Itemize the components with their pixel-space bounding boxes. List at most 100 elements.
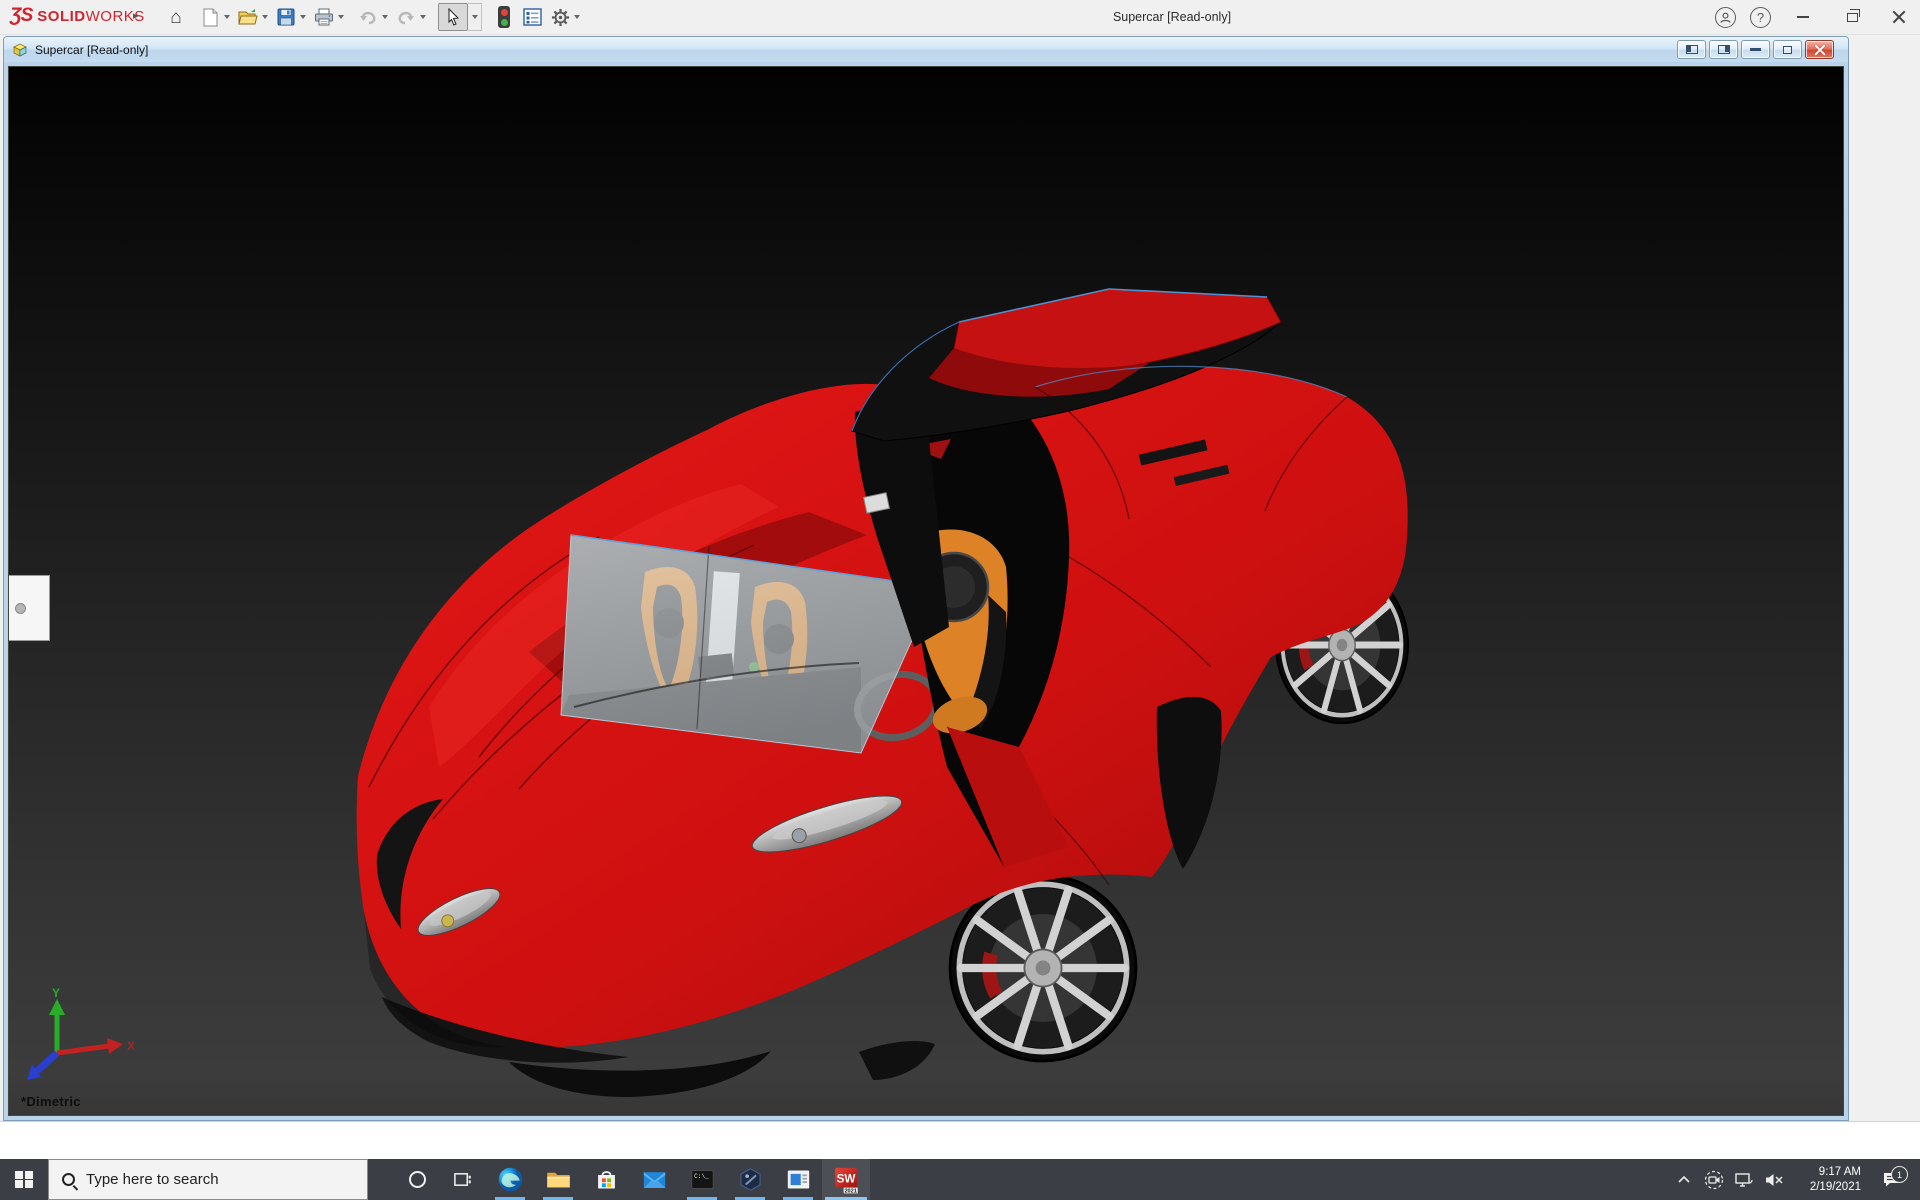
taskbar-app-mail[interactable]: [630, 1159, 678, 1200]
rebuild-traffic-light-icon: [498, 6, 510, 28]
doc-restore-button[interactable]: [1773, 40, 1802, 59]
solidworks-logo: ƷS SOLID WORKS: [10, 5, 145, 26]
undo-icon: [360, 11, 376, 25]
action-center-button[interactable]: 1: [1869, 1166, 1913, 1189]
pane-left-icon: [1685, 45, 1698, 54]
clock[interactable]: 9:17 AM 2/19/2021: [1795, 1165, 1861, 1195]
panel-tab-handle-icon: [15, 602, 26, 614]
reader-app-icon: [787, 1170, 809, 1189]
edge-icon: [498, 1167, 522, 1192]
rebuild-button[interactable]: [491, 4, 517, 30]
graphics-viewport[interactable]: Y X *Dimetric: [8, 66, 1844, 1116]
home-button[interactable]: ⌂: [163, 4, 189, 30]
new-document-button[interactable]: [197, 4, 223, 30]
new-document-caret[interactable]: [224, 15, 230, 19]
redo-button[interactable]: [393, 4, 419, 30]
close-icon: [1892, 10, 1906, 24]
save-button[interactable]: [273, 4, 299, 30]
task-view-icon: [453, 1173, 471, 1186]
assembly-document-icon: [12, 42, 29, 58]
print-icon: [315, 8, 333, 26]
open-button[interactable]: [235, 4, 261, 30]
clock-time: 9:17 AM: [1818, 1165, 1861, 1178]
search-icon: [62, 1173, 75, 1186]
taskbar-app-hexagon-app[interactable]: [726, 1159, 774, 1200]
redo-caret[interactable]: [420, 15, 426, 19]
open-caret[interactable]: [262, 15, 268, 19]
settings-button[interactable]: [547, 4, 573, 30]
doc-restore-icon: [1783, 45, 1792, 54]
close-button[interactable]: [1884, 6, 1914, 28]
taskbar-app-edge[interactable]: [486, 1159, 534, 1200]
system-tray: 9:17 AM 2/19/2021 1: [1669, 1159, 1920, 1200]
taskbar-app-command-prompt[interactable]: C:\_: [678, 1159, 726, 1200]
doc-close-button[interactable]: [1805, 40, 1834, 59]
file-explorer-icon: [546, 1172, 570, 1188]
restore-button[interactable]: [1835, 7, 1870, 28]
doc-pane-right-button[interactable]: [1709, 40, 1738, 59]
cortana-button[interactable]: [394, 1159, 440, 1200]
meet-now-button[interactable]: [1699, 1170, 1729, 1190]
taskbar-app-file-explorer[interactable]: [534, 1159, 582, 1200]
minimize-icon: [1797, 16, 1809, 18]
task-view-button[interactable]: [440, 1159, 484, 1200]
svg-text:2021: 2021: [844, 1188, 856, 1193]
account-button[interactable]: [1715, 6, 1736, 28]
volume-muted-icon: [1766, 1173, 1783, 1186]
command-prompt-icon: C:\_: [690, 1170, 714, 1189]
reference-triad: Y X: [27, 987, 135, 1080]
solidworks-2021-icon: SW 2021: [834, 1167, 858, 1194]
main-title-bar: ƷS SOLID WORKS ▸ ⌂ Supercar [Read-only] …: [0, 0, 1920, 35]
status-bar: [0, 1121, 1920, 1160]
help-button[interactable]: ?: [1750, 6, 1771, 28]
doc-minimize-icon: [1750, 48, 1761, 51]
save-caret[interactable]: [300, 15, 306, 19]
triad-x-label: X: [127, 1039, 135, 1053]
taskbar-apps: C:\_ SW 2021: [486, 1159, 870, 1200]
taskbar-app-store[interactable]: [582, 1159, 630, 1200]
windows-logo-icon: [15, 1170, 33, 1189]
feature-panel-tab[interactable]: [9, 575, 50, 641]
user-icon: [1720, 12, 1731, 23]
doc-minimize-button[interactable]: [1741, 40, 1770, 59]
open-icon: [237, 9, 258, 25]
mail-icon: [643, 1172, 665, 1188]
document-frame: Y X *Dimetric: [4, 62, 1848, 1120]
tray-chevron-button[interactable]: [1669, 1174, 1699, 1186]
undo-caret[interactable]: [382, 15, 388, 19]
document-window-buttons: [1677, 40, 1834, 59]
svg-text:SW: SW: [837, 1172, 856, 1185]
quick-access-toolbar: ⌂: [162, 0, 584, 34]
meet-now-icon: [1704, 1170, 1724, 1189]
car-model-3d[interactable]: [9, 67, 1844, 1116]
select-tool[interactable]: [438, 3, 482, 31]
save-icon: [277, 8, 295, 26]
document-title-bar[interactable]: Supercar [Read-only]: [4, 37, 1848, 62]
taskbar-search-input[interactable]: Type here to search: [48, 1159, 368, 1200]
pane-right-icon: [1717, 45, 1730, 54]
gear-icon: [551, 8, 569, 26]
options-list-button[interactable]: [519, 4, 545, 30]
taskbar: Type here to search C:\_ SW 2021 9:17 AM…: [0, 1159, 1920, 1200]
select-cursor-icon: [448, 8, 460, 26]
undo-button[interactable]: [355, 4, 381, 30]
select-tool-button[interactable]: [438, 3, 468, 31]
volume-button[interactable]: [1759, 1172, 1789, 1188]
print-button[interactable]: [311, 4, 337, 30]
svg-text:C:\_: C:\_: [694, 1173, 709, 1180]
doc-pane-left-button[interactable]: [1677, 40, 1706, 59]
taskbar-app-reader-app[interactable]: [774, 1159, 822, 1200]
taskbar-app-solidworks-2021[interactable]: SW 2021: [822, 1159, 870, 1200]
document-title: Supercar [Read-only]: [35, 42, 149, 57]
logo-flyout-arrow[interactable]: ▸: [133, 9, 139, 22]
home-icon: ⌂: [170, 6, 182, 28]
network-button[interactable]: [1729, 1171, 1759, 1189]
settings-caret[interactable]: [574, 15, 580, 19]
minimize-button[interactable]: [1785, 8, 1821, 26]
select-tool-caret[interactable]: [468, 3, 482, 31]
print-caret[interactable]: [338, 15, 344, 19]
front-wheel[interactable]: [950, 875, 1136, 1061]
search-placeholder: Type here to search: [86, 1171, 219, 1188]
view-orientation-label: *Dimetric: [21, 1094, 81, 1109]
start-button[interactable]: [0, 1159, 48, 1200]
